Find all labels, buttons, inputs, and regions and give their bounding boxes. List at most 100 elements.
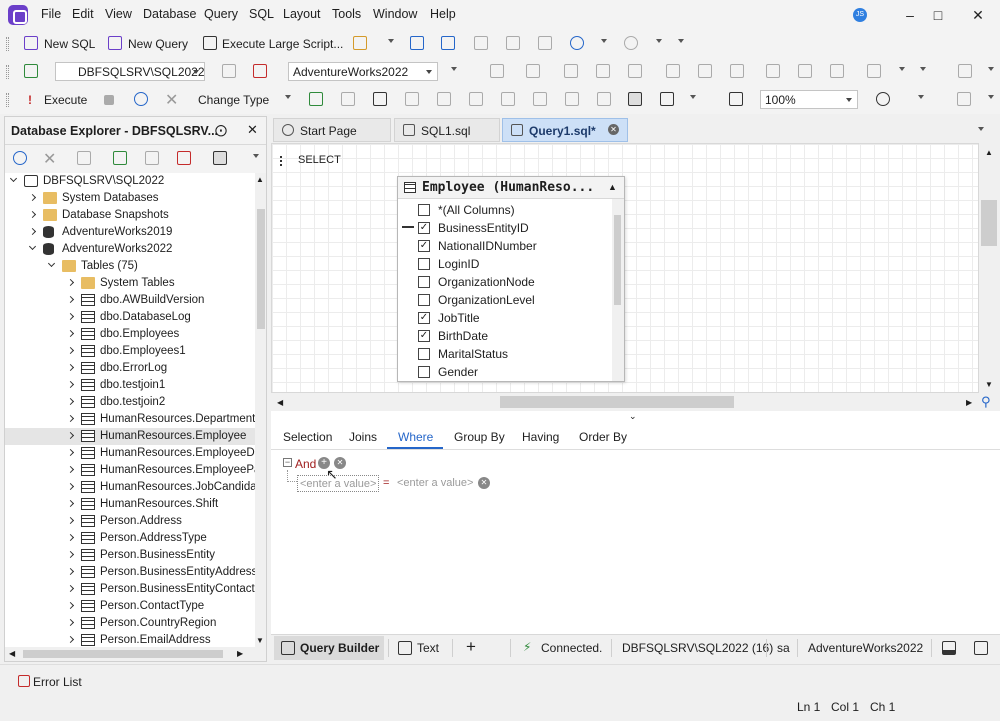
column-checkbox[interactable]: ✓ — [418, 312, 430, 324]
open-dropdown-icon[interactable] — [388, 39, 394, 43]
cut-icon[interactable] — [474, 36, 488, 50]
where-editor[interactable] — [271, 450, 1000, 634]
tree-item[interactable]: dbo.Employees1 — [5, 343, 255, 360]
menu-window[interactable]: Window — [373, 7, 417, 21]
column-row[interactable]: ✓ NationalIDNumber — [398, 237, 612, 255]
remove-table-icon[interactable] — [341, 92, 355, 106]
tree-item[interactable]: Person.BusinessEntityContact — [5, 581, 255, 598]
where-operator[interactable]: And — [295, 457, 316, 471]
toolbar-overflow-icon[interactable] — [918, 95, 924, 99]
query-builder-tab[interactable]: Query Builder — [300, 641, 379, 655]
tree-item[interactable]: AdventureWorks2022 — [5, 241, 255, 258]
remove-condition-icon[interactable]: ✕ — [478, 477, 490, 489]
chevron-right-icon[interactable] — [66, 499, 75, 508]
table-box-title[interactable]: Employee (HumanReso... — [398, 177, 624, 199]
chevron-right-icon[interactable] — [66, 516, 75, 525]
scroll-left-icon[interactable]: ◀ — [9, 649, 15, 658]
chevron-right-icon[interactable] — [66, 465, 75, 474]
tree-item[interactable]: Tables (75) — [5, 258, 255, 275]
connection-select[interactable]: DBFSQLSRV\SQL2022 — [55, 62, 205, 81]
tree-item[interactable]: HumanResources.Department — [5, 411, 255, 428]
align-center-icon[interactable] — [526, 64, 540, 78]
tree-item[interactable]: Person.Address — [5, 513, 255, 530]
redo-dropdown-icon[interactable] — [656, 39, 662, 43]
tree-item[interactable]: dbo.AWBuildVersion — [5, 292, 255, 309]
disconnect-icon[interactable] — [177, 151, 191, 165]
chevron-right-icon[interactable] — [66, 363, 75, 372]
align-middle-icon[interactable] — [596, 64, 610, 78]
chevron-right-icon[interactable] — [66, 431, 75, 440]
scroll-up-icon[interactable]: ▲ — [256, 175, 264, 184]
scroll-right-icon[interactable]: ▶ — [237, 649, 243, 658]
column-checkbox[interactable] — [418, 258, 430, 270]
column-checkbox[interactable]: ✓ — [418, 222, 430, 234]
database-tools-icon[interactable] — [957, 92, 971, 106]
chevron-right-icon[interactable] — [66, 295, 75, 304]
chevron-right-icon[interactable] — [28, 227, 37, 236]
tree-item[interactable]: Person.BusinessEntity — [5, 547, 255, 564]
unlink-icon[interactable] — [597, 92, 611, 106]
diagram-vscroll-thumb[interactable] — [981, 200, 997, 246]
column-checkbox[interactable] — [418, 276, 430, 288]
tree-item[interactable]: DBFSQLSRV\SQL2022 — [5, 173, 255, 190]
tree-item[interactable]: HumanResources.Shift — [5, 496, 255, 513]
collapse-icon[interactable]: ▲ — [608, 182, 617, 192]
connect-icon[interactable] — [145, 151, 159, 165]
scroll-left-icon[interactable]: ◀ — [277, 398, 283, 407]
refresh-icon[interactable] — [13, 151, 27, 165]
distribute-dropdown-icon[interactable] — [899, 67, 905, 71]
menu-sql[interactable]: SQL — [249, 7, 274, 21]
condition-left-input[interactable]: <enter a value> — [297, 475, 380, 492]
ungroup-icon[interactable] — [533, 92, 547, 106]
column-row[interactable]: ✓ BirthDate — [398, 327, 612, 345]
cancel-icon[interactable]: ✕ — [165, 90, 178, 110]
menu-help[interactable]: Help — [430, 7, 456, 21]
scroll-down-icon[interactable]: ▼ — [985, 380, 993, 389]
tree-item[interactable]: Database Snapshots — [5, 207, 255, 224]
same-height-icon[interactable] — [798, 64, 812, 78]
close-panel-icon[interactable]: ✕ — [247, 122, 258, 138]
connect-icon[interactable] — [222, 64, 236, 78]
chevron-right-icon[interactable] — [66, 312, 75, 321]
chevron-down-icon[interactable] — [9, 174, 18, 183]
filter-icon[interactable] — [213, 151, 227, 165]
execute-button[interactable]: Execute — [44, 93, 87, 107]
distribute-icon[interactable] — [867, 64, 881, 78]
undo-dropdown-icon[interactable] — [601, 39, 607, 43]
new-connection-icon[interactable] — [24, 64, 38, 78]
minimize-button[interactable]: – — [895, 4, 925, 26]
disconnect-icon[interactable] — [253, 64, 267, 78]
column-list-scroll-thumb[interactable] — [614, 215, 621, 305]
zoom-magnifier-icon[interactable]: ⚲ — [981, 394, 991, 410]
chevron-right-icon[interactable] — [66, 329, 75, 338]
save-icon[interactable] — [410, 36, 424, 50]
undo-icon[interactable] — [570, 36, 584, 50]
tabs-overflow-icon[interactable] — [978, 127, 984, 131]
split-none-icon[interactable] — [974, 641, 988, 655]
chevron-right-icon[interactable] — [66, 397, 75, 406]
duplicate-icon[interactable] — [77, 151, 91, 165]
new-connection-icon[interactable] — [113, 151, 127, 165]
tree-item[interactable]: System Tables — [5, 275, 255, 292]
align-bottom-icon[interactable] — [730, 64, 744, 78]
new-sql-button[interactable]: New SQL — [44, 37, 95, 51]
toolbar-overflow-icon[interactable] — [678, 39, 684, 43]
add-view-icon[interactable]: + — [466, 637, 476, 657]
column-row[interactable]: Gender — [398, 363, 612, 381]
new-query-button[interactable]: New Query — [128, 37, 188, 51]
chevron-right-icon[interactable] — [28, 210, 37, 219]
column-row[interactable]: *(All Columns) — [398, 201, 612, 219]
tab-having[interactable]: Having — [522, 430, 559, 444]
chevron-right-icon[interactable] — [66, 618, 75, 627]
align-right-icon[interactable] — [628, 64, 642, 78]
database-options-icon[interactable] — [451, 67, 457, 71]
close-tab-icon[interactable]: ✕ — [608, 124, 619, 135]
scroll-down-icon[interactable]: ▼ — [256, 636, 264, 645]
column-checkbox[interactable]: ✓ — [418, 240, 430, 252]
pin-icon[interactable]: ⨀ — [215, 123, 227, 137]
menu-file[interactable]: File — [41, 7, 61, 21]
chevron-right-icon[interactable] — [28, 193, 37, 202]
split-horizontal-icon[interactable] — [942, 641, 956, 655]
tree-hscroll-thumb[interactable] — [23, 650, 223, 658]
tree-item[interactable]: HumanResources.Employee — [5, 428, 255, 445]
